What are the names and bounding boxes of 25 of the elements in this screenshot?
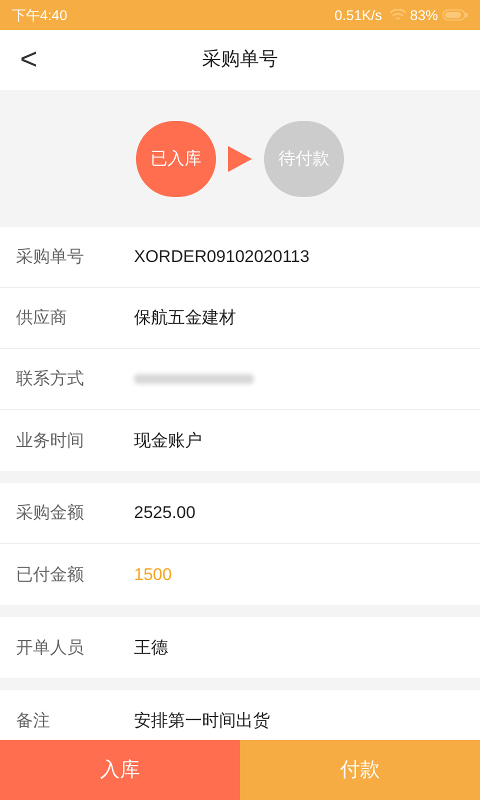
field-value: XORDER09102020113: [134, 246, 310, 268]
field-value: 1500: [134, 564, 172, 586]
field-label: 开单人员: [15, 636, 85, 659]
field-label: 采购单号: [15, 246, 85, 268]
field-value: 王德: [134, 636, 168, 659]
battery-icon: [442, 9, 468, 21]
field-value: 现金账户: [134, 430, 202, 452]
page-title: 采购单号: [202, 48, 278, 72]
field-value: 2525.00: [134, 502, 196, 524]
action-button[interactable]: 入库: [0, 740, 240, 800]
battery-level: 83%: [410, 6, 438, 24]
action-button[interactable]: 付款: [240, 740, 480, 800]
network-speed: 0.51K/s: [334, 6, 382, 24]
arrow-icon: [228, 146, 252, 172]
field-label: 业务时间: [15, 430, 85, 452]
field-label: 供应商: [15, 307, 68, 330]
back-button[interactable]: <: [20, 45, 38, 75]
field-value: 安排第一时间出货: [134, 710, 270, 732]
field-label: 备注: [15, 710, 51, 732]
field-label: 采购金额: [15, 502, 85, 524]
status-time: 下午4:40: [12, 6, 68, 24]
field-label: 已付金额: [15, 564, 85, 586]
field-value: 保航五金建材: [134, 307, 236, 330]
field-label: 联系方式: [15, 368, 85, 390]
wifi-icon: [390, 9, 406, 21]
